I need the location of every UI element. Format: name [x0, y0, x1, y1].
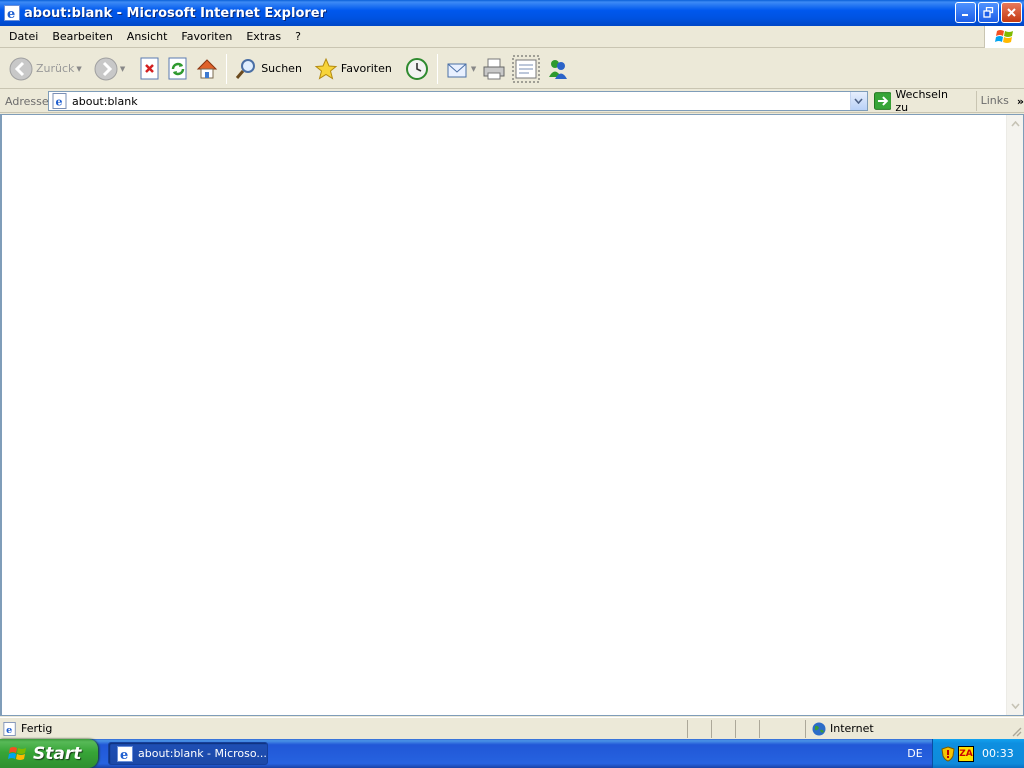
stop-icon	[140, 57, 159, 79]
mail-icon	[447, 63, 467, 77]
window-title: about:blank - Microsoft Internet Explore…	[24, 5, 327, 21]
system-tray: ZA 00:33	[932, 739, 1024, 768]
chevron-down-icon	[1011, 703, 1020, 709]
go-arrow-icon	[873, 92, 892, 110]
svg-text:e: e	[6, 724, 12, 735]
menu-favoriten[interactable]: Favoriten	[174, 27, 239, 47]
ie-page-icon: e	[52, 93, 67, 109]
star-icon	[314, 57, 338, 80]
menu-datei[interactable]: Datei	[0, 27, 45, 47]
status-cell	[712, 719, 736, 738]
globe-icon	[812, 722, 826, 735]
forward-arrow-icon	[94, 57, 118, 80]
messenger-button[interactable]	[543, 52, 573, 86]
status-cell	[736, 719, 760, 738]
taskbar-item-label: about:blank - Microso...	[138, 747, 267, 760]
taskbar-item-ie[interactable]: e about:blank - Microso...	[108, 742, 268, 765]
taskbar: Start e about:blank - Microso... DE ZA 0…	[0, 739, 1024, 768]
ie-icon: e	[117, 745, 133, 762]
printer-icon	[483, 58, 505, 79]
minimize-icon	[962, 14, 968, 16]
status-bar: e Fertig Internet	[0, 717, 1024, 739]
menu-bearbeiten[interactable]: Bearbeiten	[45, 27, 119, 47]
ie-page-icon: e	[3, 721, 16, 736]
zonealarm-icon[interactable]: ZA	[958, 745, 974, 762]
toolbar-separator	[226, 53, 228, 84]
minimize-button[interactable]	[955, 2, 976, 23]
close-icon	[1007, 8, 1016, 17]
security-shield-icon[interactable]	[941, 745, 955, 762]
forward-button[interactable]: ▼	[91, 52, 128, 86]
windows-flag-icon	[994, 30, 1013, 43]
page-content[interactable]	[0, 114, 1024, 716]
address-input[interactable]	[72, 94, 852, 108]
start-label: Start	[33, 743, 82, 764]
svg-text:e: e	[56, 96, 63, 109]
history-button[interactable]	[401, 52, 433, 86]
clock[interactable]: 00:33	[982, 747, 1014, 760]
zone-label: Internet	[830, 722, 874, 735]
chevron-down-icon[interactable]: ▼	[120, 65, 125, 73]
back-label: Zurück	[36, 62, 75, 75]
language-indicator[interactable]: DE	[898, 739, 932, 768]
security-zone: Internet	[806, 720, 986, 738]
status-cell	[688, 719, 712, 738]
restore-button[interactable]	[978, 2, 999, 23]
start-button[interactable]: Start	[0, 739, 98, 768]
home-icon	[196, 58, 218, 78]
ie-icon: e	[4, 5, 20, 21]
chevron-down-icon[interactable]: ▼	[471, 65, 476, 73]
address-bar: Adresse e Wechseln zu Links »	[0, 88, 1024, 114]
vertical-scrollbar[interactable]	[1006, 115, 1023, 715]
windows-flag-icon	[8, 746, 26, 760]
print-button[interactable]	[479, 52, 509, 86]
scroll-up-button[interactable]	[1008, 116, 1023, 132]
title-bar[interactable]: e about:blank - Microsoft Internet Explo…	[0, 0, 1024, 26]
windows-logo	[984, 26, 1024, 48]
stop-button[interactable]	[136, 52, 164, 86]
close-button[interactable]	[1001, 2, 1022, 23]
go-button[interactable]: Wechseln zu	[873, 88, 964, 114]
mail-button[interactable]: ▼	[442, 52, 479, 86]
address-dropdown-button[interactable]	[849, 92, 867, 110]
edit-button[interactable]	[509, 52, 543, 86]
status-cell	[760, 719, 806, 738]
restore-icon	[983, 7, 994, 18]
resize-grip-icon[interactable]	[1010, 725, 1022, 737]
status-text: Fertig	[21, 722, 53, 735]
chevron-down-icon[interactable]: ▼	[76, 65, 81, 73]
search-label: Suchen	[261, 62, 302, 75]
scroll-down-button[interactable]	[1008, 698, 1023, 714]
favorites-button[interactable]: Favoriten	[311, 52, 395, 86]
status-main: e Fertig	[0, 719, 688, 738]
menu-ansicht[interactable]: Ansicht	[120, 27, 175, 47]
links-more-icon[interactable]: »	[1017, 95, 1024, 108]
chevron-up-icon	[1011, 121, 1020, 127]
favorites-label: Favoriten	[340, 62, 392, 75]
home-button[interactable]	[192, 52, 222, 86]
svg-text:e: e	[7, 7, 15, 21]
go-label: Wechseln zu	[895, 88, 948, 114]
search-icon	[236, 58, 256, 79]
links-toolbar[interactable]: Links	[975, 91, 1009, 111]
messenger-icon	[549, 59, 568, 79]
toolbar-separator	[436, 53, 438, 84]
refresh-icon	[168, 57, 187, 79]
chevron-down-icon	[854, 98, 863, 104]
svg-text:e: e	[120, 748, 128, 762]
history-icon	[405, 57, 428, 80]
search-button[interactable]: Suchen	[231, 52, 305, 86]
menu-extras[interactable]: Extras	[239, 27, 288, 47]
edit-page-icon	[512, 55, 540, 82]
standard-toolbar: Zurück ▼ ▼ Suchen Favoriten ▼	[0, 49, 1024, 89]
back-button[interactable]: Zurück ▼	[6, 52, 85, 86]
address-label: Adresse	[5, 94, 49, 108]
refresh-button[interactable]	[164, 52, 192, 86]
address-field[interactable]: e	[48, 91, 868, 111]
menu-bar: Datei Bearbeiten Ansicht Favoriten Extra…	[0, 26, 1024, 48]
menu-help[interactable]: ?	[288, 27, 308, 47]
back-arrow-icon	[9, 57, 33, 80]
